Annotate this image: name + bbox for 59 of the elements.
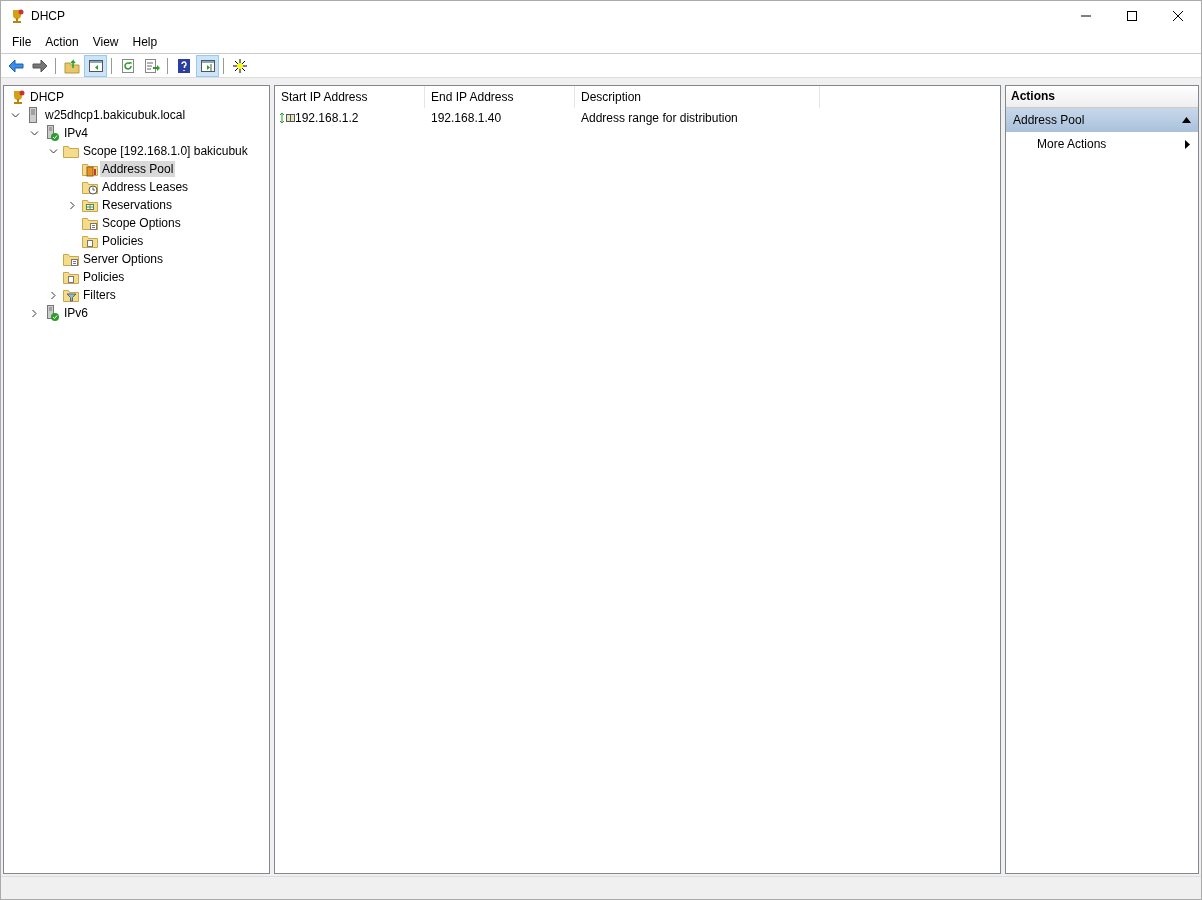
tree-item[interactable]: Scope Options (100, 215, 183, 231)
tree-item[interactable]: Reservations (100, 197, 175, 213)
tree-item[interactable]: Address Pool (100, 161, 176, 177)
folder-arrow-icon (63, 57, 80, 74)
menu-item[interactable]: View (85, 34, 126, 49)
tree-pane-button[interactable] (84, 54, 107, 77)
window-title: DHCP (31, 8, 65, 23)
chevron-right-icon[interactable] (68, 200, 77, 210)
forward-arrow-icon (31, 57, 48, 74)
collapse-triangle-icon (1182, 117, 1191, 123)
folder-funnel-icon (63, 287, 79, 303)
tree-item[interactable]: Policies (81, 269, 127, 285)
tree-item[interactable]: Filters (81, 287, 118, 303)
refresh-icon (119, 57, 136, 74)
menu-item[interactable]: Action (38, 34, 86, 49)
tree-item[interactable]: DHCP (28, 89, 66, 105)
folder-document-icon (82, 161, 98, 177)
tree-item[interactable]: Server Options (81, 251, 166, 267)
folder-list-icon (63, 251, 79, 267)
chevron-down-icon[interactable] (11, 110, 20, 120)
submenu-triangle-icon (1185, 139, 1190, 149)
tree-pane-icon (87, 57, 104, 74)
folder-clock-icon (82, 179, 98, 195)
export-list-icon (143, 57, 160, 74)
sparkle-icon (231, 57, 248, 74)
action-item[interactable]: More Actions (1006, 132, 1198, 156)
menu-item[interactable]: Help (125, 34, 165, 49)
actions-section-header[interactable]: Address Pool (1006, 108, 1198, 132)
column-header[interactable]: Start IP Address (275, 86, 425, 108)
table-cell: Address range for distribution (581, 111, 738, 125)
tree-item[interactable]: Policies (100, 233, 146, 249)
table-cell: 192.168.1.40 (431, 111, 502, 125)
chevron-down-icon[interactable] (30, 128, 39, 138)
folder-icon (63, 143, 79, 159)
tree-item[interactable]: IPv4 (62, 125, 90, 141)
action-pane-button[interactable] (196, 54, 219, 77)
folder-list-icon (82, 215, 98, 231)
tree-item[interactable]: IPv6 (62, 305, 90, 321)
column-header[interactable]: Description (575, 86, 820, 108)
chevron-down-icon[interactable] (49, 146, 58, 156)
maximize-icon (1127, 10, 1137, 21)
back-arrow-icon (7, 57, 24, 74)
help-icon (175, 57, 192, 74)
chevron-right-icon[interactable] (49, 290, 58, 300)
action-pane-icon (199, 57, 216, 74)
menu-item[interactable]: File (5, 34, 39, 49)
tree-item[interactable]: Scope [192.168.1.0] bakicubuk (81, 143, 250, 159)
address-range-icon (279, 112, 295, 124)
table-cell: 192.168.1.2 (295, 111, 359, 125)
folder-page-icon (63, 269, 79, 285)
server-check-icon (44, 305, 60, 321)
chevron-right-icon[interactable] (30, 308, 39, 318)
close-icon (1173, 10, 1183, 21)
tree-item[interactable]: w25dhcp1.bakicubuk.local (43, 107, 188, 123)
folder-page-icon (82, 233, 98, 249)
folder-grid-icon (82, 197, 98, 213)
tree-item[interactable]: Address Leases (100, 179, 191, 195)
server-check-icon (44, 125, 60, 141)
column-header[interactable]: End IP Address (425, 86, 575, 108)
